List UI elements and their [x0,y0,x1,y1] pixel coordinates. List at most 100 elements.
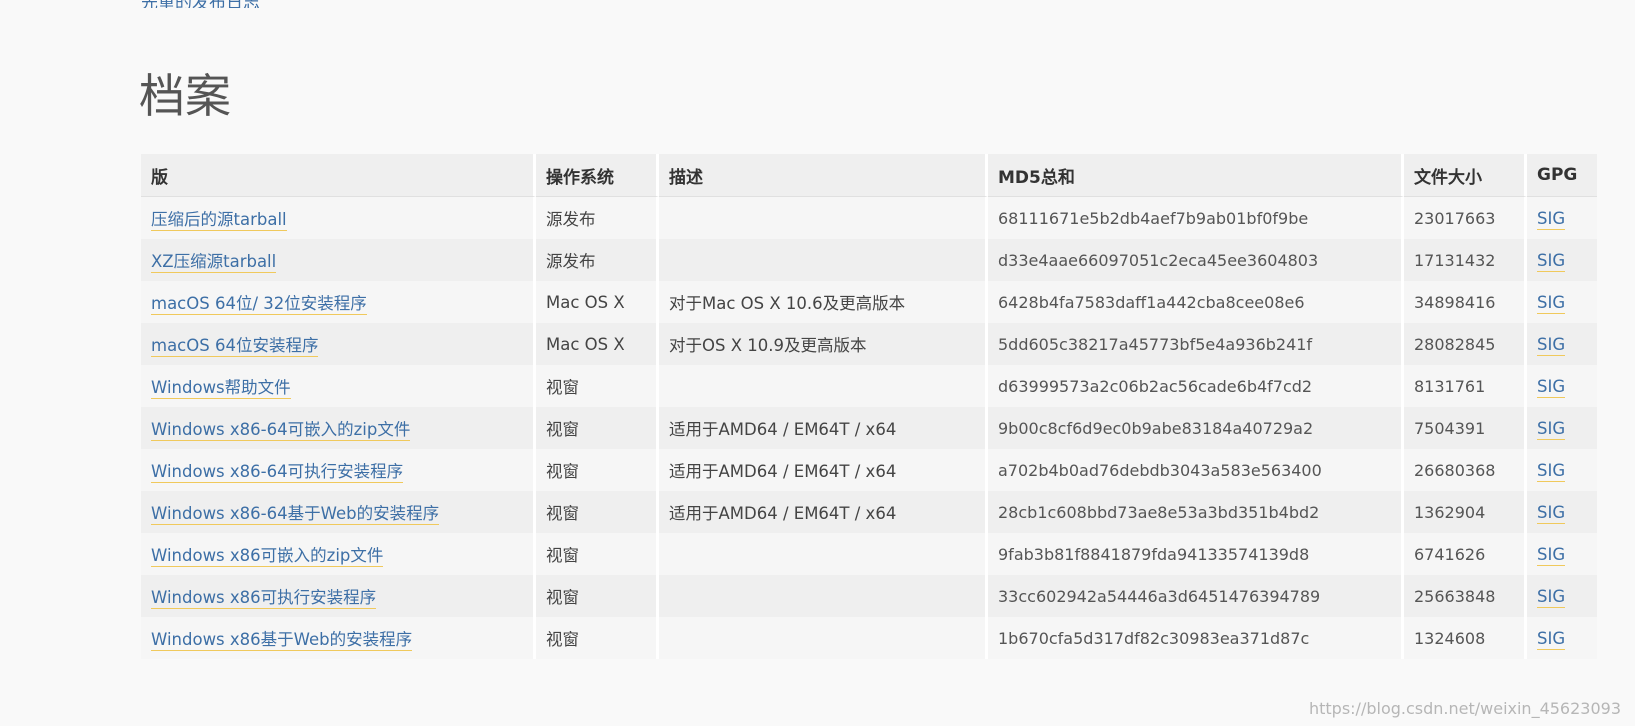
gpg-cell: SIG [1527,281,1597,323]
sig-link[interactable]: SIG [1537,250,1566,272]
table-row: macOS 64位/ 32位安装程序 Mac OS X 对于Mac OS X 1… [141,281,1597,323]
size-cell: 28082845 [1404,323,1527,365]
sig-link[interactable]: SIG [1537,586,1566,608]
os-cell: 视窗 [536,533,659,575]
os-cell: 视窗 [536,491,659,533]
size-cell: 1362904 [1404,491,1527,533]
size-cell: 8131761 [1404,365,1527,407]
header-file-size: 文件大小 [1404,154,1527,197]
table-row: XZ压缩源tarball 源发布 d33e4aae66097051c2eca45… [141,239,1597,281]
version-cell: Windows x86-64可执行安装程序 [141,449,536,491]
table-row: 压缩后的源tarball 源发布 68111671e5b2db4aef7b9ab… [141,197,1597,239]
description-cell [659,533,988,575]
sig-link[interactable]: SIG [1537,292,1566,314]
version-cell: Windows x86-64可嵌入的zip文件 [141,407,536,449]
header-version: 版 [141,154,536,197]
table-row: macOS 64位安装程序 Mac OS X 对于OS X 10.9及更高版本 … [141,323,1597,365]
md5-cell: 68111671e5b2db4aef7b9ab01bf0f9be [988,197,1404,239]
file-download-link[interactable]: macOS 64位安装程序 [151,336,319,357]
sig-link[interactable]: SIG [1537,334,1566,356]
release-notes-link[interactable]: 先重的发布日志 [141,0,260,8]
sig-link[interactable]: SIG [1537,544,1566,566]
description-cell: 对于OS X 10.9及更高版本 [659,323,988,365]
sig-link[interactable]: SIG [1537,208,1566,230]
sig-link[interactable]: SIG [1537,460,1566,482]
size-cell: 34898416 [1404,281,1527,323]
md5-cell: a702b4b0ad76debdb3043a583e563400 [988,449,1404,491]
watermark: https://blog.csdn.net/weixin_45623093 [1308,699,1621,718]
gpg-cell: SIG [1527,365,1597,407]
gpg-cell: SIG [1527,239,1597,281]
os-cell: 视窗 [536,365,659,407]
version-cell: macOS 64位/ 32位安装程序 [141,281,536,323]
table-row: Windows x86-64可嵌入的zip文件 视窗 适用于AMD64 / EM… [141,407,1597,449]
sig-link[interactable]: SIG [1537,418,1566,440]
file-download-link[interactable]: Windows x86可执行安装程序 [151,588,377,609]
description-cell [659,575,988,617]
description-cell [659,365,988,407]
version-cell: XZ压缩源tarball [141,239,536,281]
header-os: 操作系统 [536,154,659,197]
table-row: Windows x86-64可执行安装程序 视窗 适用于AMD64 / EM64… [141,449,1597,491]
md5-cell: 5dd605c38217a45773bf5e4a936b241f [988,323,1404,365]
os-cell: 源发布 [536,197,659,239]
os-cell: Mac OS X [536,281,659,323]
file-download-link[interactable]: Windows x86基于Web的安装程序 [151,630,413,651]
table-row: Windows x86可执行安装程序 视窗 33cc602942a54446a3… [141,575,1597,617]
size-cell: 17131432 [1404,239,1527,281]
md5-cell: 1b670cfa5d317df82c30983ea371d87c [988,617,1404,659]
version-cell: macOS 64位安装程序 [141,323,536,365]
sig-link[interactable]: SIG [1537,376,1566,398]
file-download-link[interactable]: Windows x86-64可执行安装程序 [151,462,404,483]
gpg-cell: SIG [1527,617,1597,659]
description-cell [659,617,988,659]
table-row: Windows帮助文件 视窗 d63999573a2c06b2ac56cade6… [141,365,1597,407]
version-cell: Windows x86-64基于Web的安装程序 [141,491,536,533]
file-download-link[interactable]: Windows帮助文件 [151,378,291,399]
table-row: Windows x86基于Web的安装程序 视窗 1b670cfa5d317df… [141,617,1597,659]
gpg-cell: SIG [1527,407,1597,449]
size-cell: 26680368 [1404,449,1527,491]
os-cell: Mac OS X [536,323,659,365]
table-row: Windows x86可嵌入的zip文件 视窗 9fab3b81f8841879… [141,533,1597,575]
table-header-row: 版 操作系统 描述 MD5总和 文件大小 GPG [141,154,1597,197]
description-cell [659,239,988,281]
file-download-link[interactable]: Windows x86-64基于Web的安装程序 [151,504,440,525]
table-row: Windows x86-64基于Web的安装程序 视窗 适用于AMD64 / E… [141,491,1597,533]
gpg-cell: SIG [1527,449,1597,491]
gpg-cell: SIG [1527,197,1597,239]
version-cell: Windows帮助文件 [141,365,536,407]
file-download-link[interactable]: Windows x86-64可嵌入的zip文件 [151,420,411,441]
md5-cell: 33cc602942a54446a3d6451476394789 [988,575,1404,617]
os-cell: 视窗 [536,449,659,491]
table-body: 压缩后的源tarball 源发布 68111671e5b2db4aef7b9ab… [141,197,1597,659]
version-cell: 压缩后的源tarball [141,197,536,239]
section-title: 档案 [139,69,231,123]
md5-cell: 6428b4fa7583daff1a442cba8cee08e6 [988,281,1404,323]
file-download-link[interactable]: Windows x86可嵌入的zip文件 [151,546,384,567]
sig-link[interactable]: SIG [1537,502,1566,524]
files-table: 版 操作系统 描述 MD5总和 文件大小 GPG 压缩后的源tarball 源发… [141,154,1597,659]
file-download-link[interactable]: macOS 64位/ 32位安装程序 [151,294,367,315]
os-cell: 源发布 [536,239,659,281]
gpg-cell: SIG [1527,575,1597,617]
md5-cell: d63999573a2c06b2ac56cade6b4f7cd2 [988,365,1404,407]
os-cell: 视窗 [536,575,659,617]
release-notes-link-container: 先重的发布日志 [141,0,260,8]
description-cell: 适用于AMD64 / EM64T / x64 [659,449,988,491]
md5-cell: 9fab3b81f8841879fda94133574139d8 [988,533,1404,575]
description-cell: 适用于AMD64 / EM64T / x64 [659,491,988,533]
header-md5: MD5总和 [988,154,1404,197]
version-cell: Windows x86基于Web的安装程序 [141,617,536,659]
description-cell: 适用于AMD64 / EM64T / x64 [659,407,988,449]
version-cell: Windows x86可嵌入的zip文件 [141,533,536,575]
size-cell: 7504391 [1404,407,1527,449]
file-download-link[interactable]: 压缩后的源tarball [151,210,287,231]
sig-link[interactable]: SIG [1537,628,1566,650]
description-cell [659,197,988,239]
size-cell: 6741626 [1404,533,1527,575]
md5-cell: 28cb1c608bbd73ae8e53a3bd351b4bd2 [988,491,1404,533]
os-cell: 视窗 [536,407,659,449]
gpg-cell: SIG [1527,323,1597,365]
file-download-link[interactable]: XZ压缩源tarball [151,252,277,273]
